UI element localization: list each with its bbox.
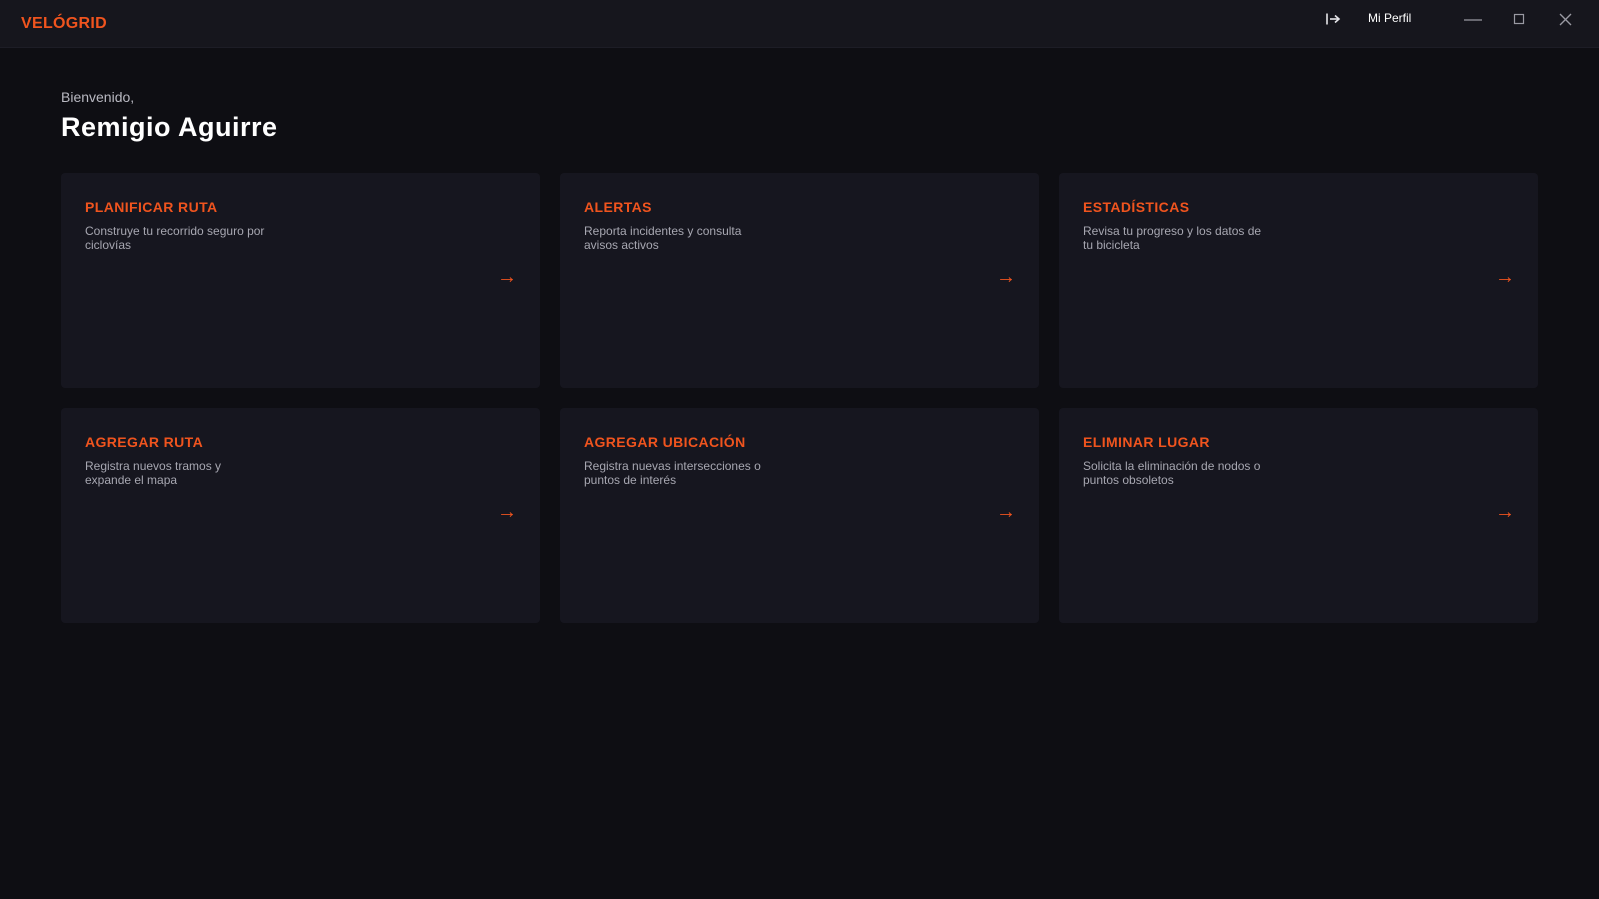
- logout-button[interactable]: [1322, 9, 1344, 29]
- card-planificar-ruta[interactable]: PLANIFICAR RUTA Construye tu recorrido s…: [61, 173, 540, 388]
- arrow-right-icon: →: [497, 266, 517, 288]
- card-title: AGREGAR RUTA: [85, 434, 204, 450]
- card-title: PLANIFICAR RUTA: [85, 199, 218, 215]
- user-name-heading: Remigio Aguirre: [61, 112, 278, 142]
- card-description: Revisa tu progreso y los datos de tu bic…: [1083, 224, 1262, 252]
- card-description: Registra nuevos tramos y expande el mapa: [85, 459, 222, 487]
- arrow-right-icon: →: [1495, 266, 1515, 288]
- arrow-right-icon: →: [996, 266, 1016, 288]
- card-eliminar-lugar[interactable]: ELIMINAR LUGAR Solicita la eliminación d…: [1059, 408, 1538, 623]
- app-logo: VELÓGRID: [21, 15, 107, 32]
- welcome-greeting: Bienvenido,: [61, 89, 135, 105]
- close-icon: [1559, 13, 1571, 25]
- minimize-button[interactable]: [1458, 6, 1488, 32]
- card-alertas[interactable]: ALERTAS Reporta incidentes y consulta av…: [560, 173, 1039, 388]
- card-title: ESTADÍSTICAS: [1083, 199, 1190, 215]
- card-agregar-ruta[interactable]: AGREGAR RUTA Registra nuevos tramos y ex…: [61, 408, 540, 623]
- arrow-right-icon: →: [497, 501, 517, 523]
- maximize-button[interactable]: [1504, 6, 1534, 32]
- card-description: Construye tu recorrido seguro por ciclov…: [85, 224, 265, 252]
- card-description: Registra nuevas intersecciones o puntos …: [584, 459, 761, 487]
- logout-icon: [1326, 13, 1341, 25]
- arrow-right-icon: →: [1495, 501, 1515, 523]
- card-estadisticas[interactable]: ESTADÍSTICAS Revisa tu progreso y los da…: [1059, 173, 1538, 388]
- card-description: Solicita la eliminación de nodos o punto…: [1083, 459, 1261, 487]
- arrow-right-icon: →: [996, 501, 1016, 523]
- card-title: ELIMINAR LUGAR: [1083, 434, 1210, 450]
- title-bar: VELÓGRID Mi Perfil: [0, 0, 1599, 48]
- close-button[interactable]: [1550, 6, 1580, 32]
- card-title: AGREGAR UBICACIÓN: [584, 434, 746, 450]
- feature-card-grid: PLANIFICAR RUTA Construye tu recorrido s…: [61, 173, 1539, 623]
- maximize-icon: [1513, 13, 1525, 25]
- card-description: Reporta incidentes y consulta avisos act…: [584, 224, 742, 252]
- card-title: ALERTAS: [584, 199, 652, 215]
- card-agregar-ubicacion[interactable]: AGREGAR UBICACIÓN Registra nuevas inters…: [560, 408, 1039, 623]
- minimize-icon: [1464, 19, 1482, 21]
- profile-button[interactable]: Mi Perfil: [1368, 11, 1411, 25]
